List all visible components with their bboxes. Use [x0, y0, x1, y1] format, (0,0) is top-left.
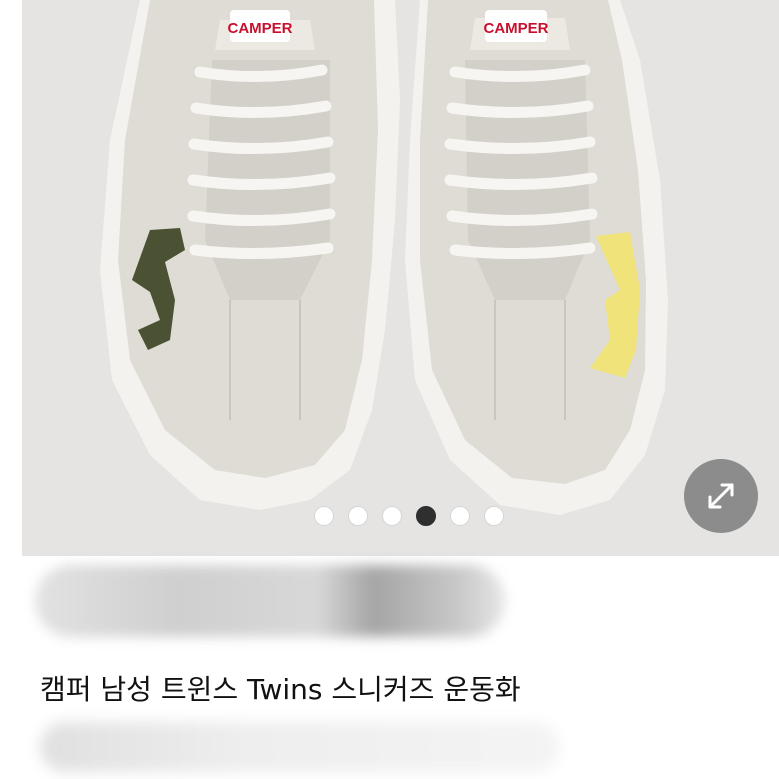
product-title: 캠퍼 남성 트윈스 Twins 스니커즈 운동화: [40, 673, 521, 706]
expand-icon: [708, 483, 734, 509]
right-sneaker: CAMPER: [405, 0, 668, 515]
svg-text:CAMPER: CAMPER: [483, 20, 548, 37]
expand-image-button[interactable]: [684, 459, 758, 533]
product-image-gallery[interactable]: CAMPER CAMPER: [22, 0, 779, 556]
carousel-dot[interactable]: [314, 506, 334, 526]
blurred-seller-info: [35, 565, 505, 637]
product-image: CAMPER CAMPER: [100, 0, 668, 515]
blurred-price-info: [40, 722, 560, 772]
carousel-indicator: [314, 506, 504, 526]
carousel-dot[interactable]: [382, 506, 402, 526]
svg-text:CAMPER: CAMPER: [227, 20, 292, 37]
carousel-dot[interactable]: [484, 506, 504, 526]
left-sneaker: CAMPER: [100, 0, 400, 510]
carousel-dot-active[interactable]: [416, 506, 436, 526]
carousel-dot[interactable]: [348, 506, 368, 526]
carousel-dot[interactable]: [450, 506, 470, 526]
